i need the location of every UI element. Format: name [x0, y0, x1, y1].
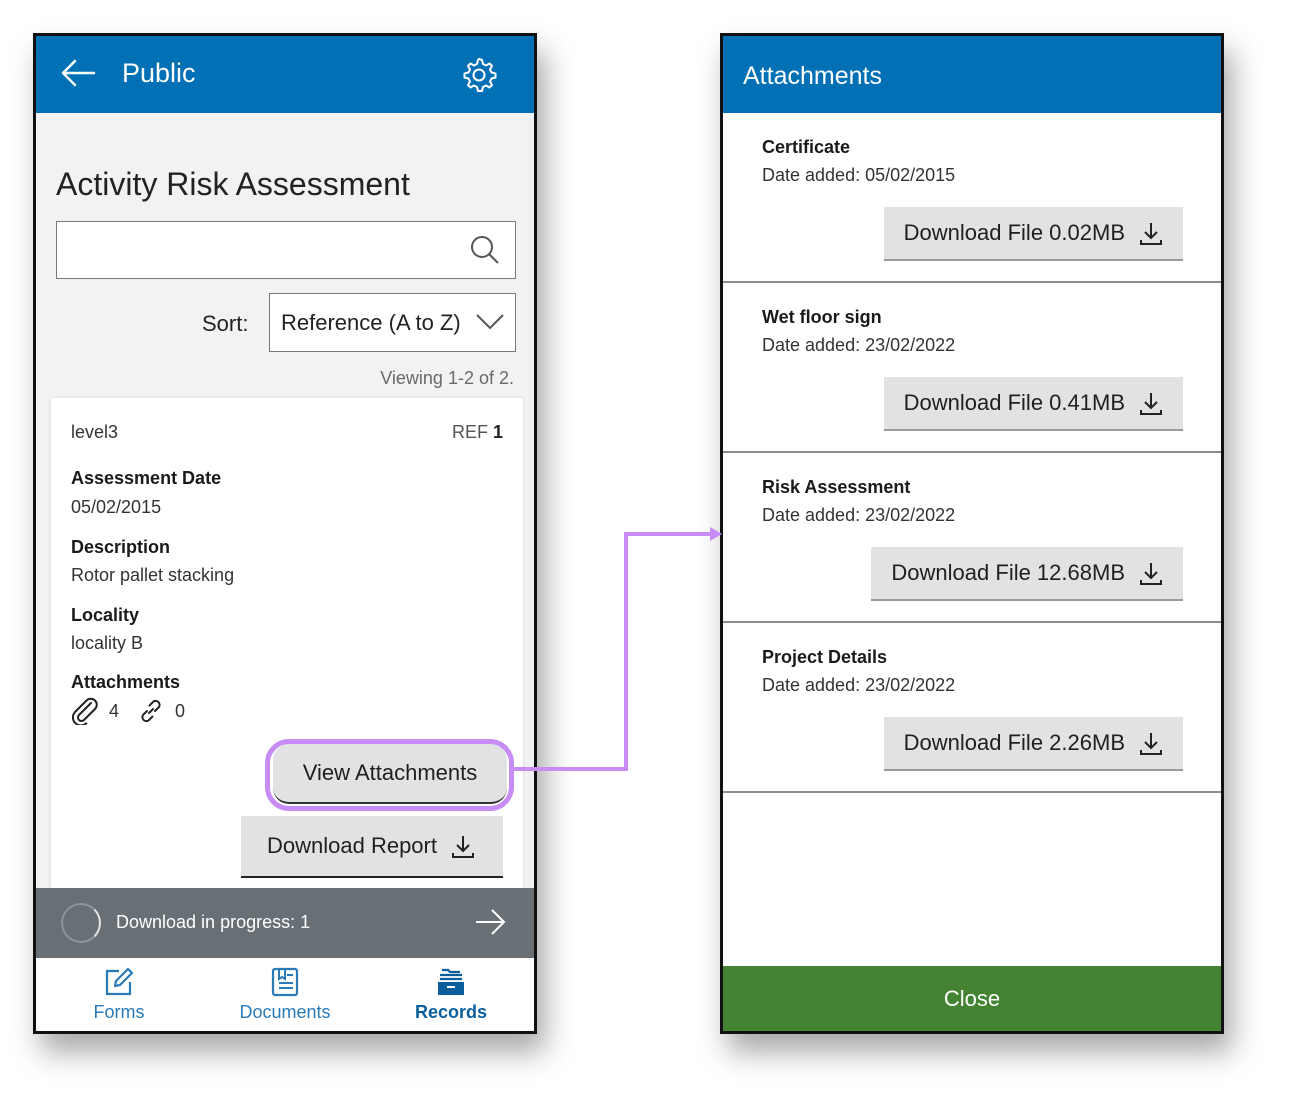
ref-value: 1 — [492, 422, 503, 442]
sort-selected-value: Reference (A to Z) — [281, 310, 461, 335]
records-drawer-icon — [438, 968, 464, 995]
attachment-name: Risk Assessment — [762, 477, 911, 497]
progress-text: Download in progress: 1 — [116, 912, 311, 932]
download-icon — [451, 836, 474, 858]
nav-item-documents[interactable]: Documents — [202, 958, 368, 1031]
nav-item-records[interactable]: Records — [368, 958, 534, 1031]
attachments-title: Attachments — [743, 62, 882, 90]
attachments-screen: Attachments Certificate Date added: 05/0… — [720, 33, 1224, 1034]
description-value: Rotor pallet stacking — [71, 565, 235, 585]
download-file-button[interactable]: Download File 0.41MB — [883, 377, 1183, 431]
download-report-button[interactable]: Download Report — [241, 816, 503, 878]
sort-dropdown[interactable]: Reference (A to Z) — [269, 293, 516, 352]
download-file-label: Download File 0.41MB — [903, 390, 1125, 415]
search-field[interactable] — [56, 221, 516, 279]
arrow-right-icon[interactable] — [474, 908, 506, 936]
record-level: level3 — [71, 422, 119, 442]
chevron-down-icon — [476, 314, 504, 330]
back-button[interactable] — [60, 58, 96, 88]
attachments-header: Attachments — [723, 36, 1221, 113]
paperclip-icon — [71, 697, 98, 725]
attachment-date: Date added: 23/02/2022 — [762, 335, 956, 355]
highlight-outline — [265, 739, 514, 811]
bottom-nav: Forms Documents Records — [36, 958, 534, 1031]
close-button[interactable]: Close — [723, 966, 1221, 1031]
download-progress-bar[interactable]: Download in progress: 1 — [36, 888, 534, 958]
record-ref: REF 1 — [452, 422, 503, 443]
download-file-button[interactable]: Download File 0.02MB — [883, 207, 1183, 261]
nav-label-records: Records — [414, 1002, 488, 1022]
nav-label-forms: Forms — [93, 1002, 145, 1022]
attachment-date: Date added: 05/02/2015 — [762, 165, 956, 185]
attachment-item: Risk Assessment Date added: 23/02/2022 D… — [723, 453, 1221, 623]
search-icon[interactable] — [469, 234, 501, 266]
download-icon — [1140, 563, 1162, 585]
spinner-icon — [61, 903, 101, 943]
gear-icon — [463, 58, 497, 92]
download-icon — [1140, 733, 1162, 755]
assessment-date-label: Assessment Date — [71, 468, 222, 488]
attachment-item: Certificate Date added: 05/02/2015 Downl… — [723, 113, 1221, 283]
nav-label-documents: Documents — [239, 1002, 331, 1022]
header-title: Public — [122, 58, 196, 88]
viewing-count: Viewing 1-2 of 2. — [380, 368, 514, 388]
attachment-count: 4 — [109, 700, 120, 721]
download-file-label: Download File 0.02MB — [903, 220, 1125, 245]
download-icon — [1140, 223, 1162, 245]
document-icon — [271, 967, 299, 997]
app-header: Public — [36, 36, 534, 113]
link-count: 0 — [175, 700, 186, 721]
locality-label: Locality — [71, 605, 140, 625]
download-file-button[interactable]: Download File 2.26MB — [883, 717, 1183, 771]
page-title: Activity Risk Assessment — [56, 166, 410, 202]
attachment-counts: 4 0 — [71, 697, 203, 725]
description-label: Description — [71, 537, 171, 557]
link-icon — [141, 699, 161, 723]
edit-icon — [105, 967, 134, 996]
download-file-label: Download File 2.26MB — [903, 730, 1125, 755]
attachment-date: Date added: 23/02/2022 — [762, 505, 956, 525]
attachment-name: Wet floor sign — [762, 307, 882, 327]
download-file-label: Download File 12.68MB — [891, 560, 1125, 585]
ref-label: REF — [451, 422, 488, 442]
arrow-left-icon — [61, 59, 96, 87]
nav-item-forms[interactable]: Forms — [36, 958, 202, 1031]
download-file-button[interactable]: Download File 12.68MB — [871, 547, 1183, 601]
close-label: Close — [943, 985, 1001, 1011]
locality-value: locality B — [71, 633, 144, 653]
download-report-label: Download Report — [267, 833, 437, 858]
attachment-item: Project Details Date added: 23/02/2022 D… — [723, 623, 1221, 793]
attachment-name: Certificate — [762, 137, 851, 157]
assessment-date-value: 05/02/2015 — [71, 497, 162, 517]
attachment-name: Project Details — [762, 647, 888, 667]
download-icon — [1140, 393, 1162, 415]
settings-button[interactable] — [460, 56, 498, 94]
attachment-date: Date added: 23/02/2022 — [762, 675, 956, 695]
sort-label: Sort: — [202, 311, 249, 336]
attachments-label: Attachments — [71, 672, 181, 692]
search-input[interactable] — [57, 222, 457, 276]
attachment-item: Wet floor sign Date added: 23/02/2022 Do… — [723, 283, 1221, 453]
records-screen: Public Activity Risk Assessment Sort: Re… — [33, 33, 537, 1034]
